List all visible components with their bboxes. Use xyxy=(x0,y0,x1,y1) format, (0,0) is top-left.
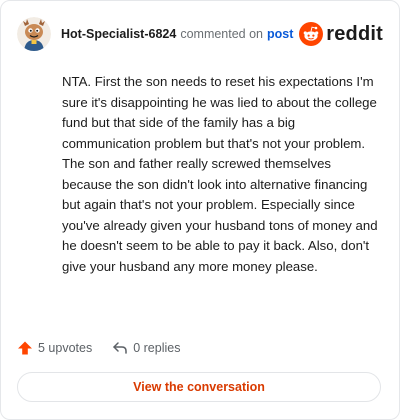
view-conversation-button[interactable]: View the conversation xyxy=(17,372,381,402)
reply-count: 0 replies xyxy=(133,341,181,355)
comment-header: Hot-Specialist-6824 commented on post re… xyxy=(17,15,383,53)
reddit-logo[interactable]: reddit xyxy=(299,22,383,46)
avatar-image xyxy=(17,17,51,51)
post-link[interactable]: post xyxy=(267,27,293,41)
comment-card: Hot-Specialist-6824 commented on post re… xyxy=(0,0,400,420)
reply-arrow-icon xyxy=(113,342,127,354)
commented-on-text: commented on xyxy=(180,27,264,41)
reddit-wordmark: reddit xyxy=(326,22,383,45)
username-link[interactable]: Hot-Specialist-6824 xyxy=(61,27,176,41)
upvote-arrow-icon xyxy=(18,341,32,355)
upvote-count: 5 upvotes xyxy=(38,341,93,355)
user-avatar[interactable] xyxy=(17,17,51,51)
comment-meta: Hot-Specialist-6824 commented on post xyxy=(61,27,299,41)
comment-actions: 5 upvotes 0 replies xyxy=(17,337,180,359)
replies-button[interactable]: 0 replies xyxy=(112,340,180,356)
upvote-button[interactable]: 5 upvotes xyxy=(17,340,92,356)
comment-body: NTA. First the son needs to reset his ex… xyxy=(62,74,378,274)
reddit-snoo-icon xyxy=(299,22,324,46)
